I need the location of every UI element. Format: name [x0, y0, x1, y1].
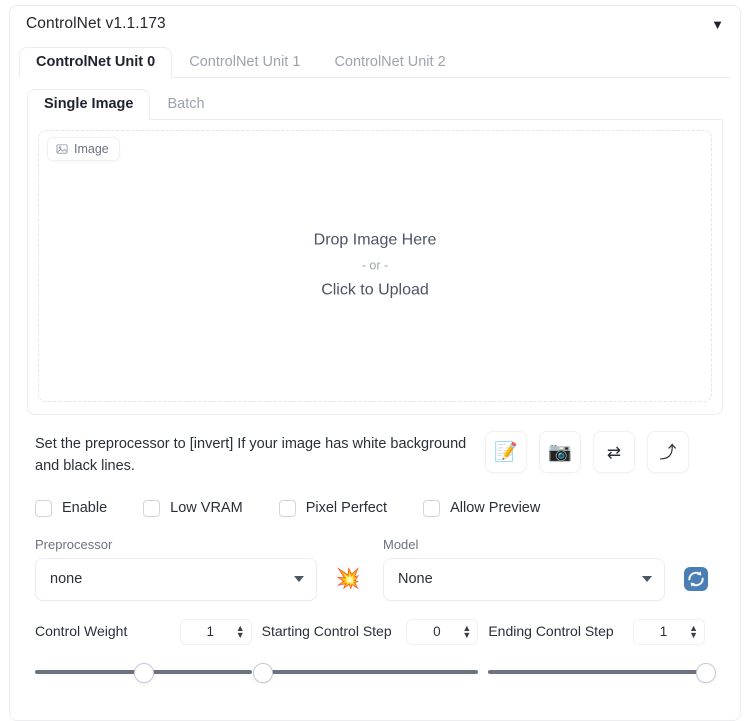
options-checkbox-row: Enable Low VRAM Pixel Perfect Allow Prev… — [35, 499, 731, 517]
number-stepper[interactable]: ▲ ▼ — [685, 624, 698, 640]
image-tool-buttons: 📝 📷 ⇄ ⤴ — [485, 429, 689, 473]
checkbox-label: Pixel Perfect — [305, 500, 388, 517]
refresh-models-button[interactable] — [677, 560, 715, 599]
tab-controlnet-unit-1[interactable]: ControlNet Unit 1 — [172, 47, 317, 78]
control-sliders-row: Control Weight 1 ▲ ▼ Starting Control Ste… — [35, 617, 717, 683]
number-value: 0 — [433, 624, 441, 640]
model-select[interactable]: None — [383, 557, 665, 601]
ending-control-step-number-input[interactable]: 1 ▲ ▼ — [633, 618, 706, 645]
source-tabbar: Single Image Batch — [27, 88, 723, 120]
number-value: 1 — [206, 624, 214, 640]
explosion-icon: 💥 — [335, 568, 361, 591]
checkbox-box[interactable] — [35, 499, 52, 517]
slider-thumb[interactable] — [252, 662, 273, 683]
slider-track-wrap — [252, 657, 479, 683]
slider-thumb[interactable] — [696, 662, 717, 683]
tab-controlnet-unit-2[interactable]: ControlNet Unit 2 — [317, 47, 462, 78]
tab-batch[interactable]: Batch — [150, 89, 221, 120]
checkbox-low-vram[interactable]: Low VRAM — [143, 499, 243, 517]
number-stepper[interactable]: ▲ ▼ — [458, 624, 471, 640]
tab-controlnet-unit-0[interactable]: ControlNet Unit 0 — [19, 46, 173, 78]
run-preprocessor-button[interactable]: 💥 — [329, 560, 367, 599]
number-stepper[interactable]: ▲ ▼ — [232, 624, 245, 640]
slider-label: Ending Control Step — [488, 622, 614, 639]
page-title: ControlNet v1.1.173 — [26, 15, 166, 32]
unit-tabbar: ControlNet Unit 0 ControlNet Unit 1 Cont… — [19, 46, 731, 78]
slider-header: Ending Control Step 1 ▲ ▼ — [488, 617, 706, 657]
source-tabs: Single Image Batch Image Drop Image Here… — [27, 88, 723, 415]
image-icon — [56, 143, 68, 155]
drop-or-label: - or - — [361, 258, 389, 273]
preprocessor-hint-text: Set the preprocessor to [invert] If your… — [35, 436, 467, 475]
chevron-down-icon[interactable]: ▼ — [705, 16, 726, 33]
slider-rail — [488, 669, 706, 674]
checkbox-box[interactable] — [278, 499, 296, 517]
ending-control-step-slider[interactable] — [488, 662, 717, 683]
model-label: Model — [383, 536, 419, 552]
camera-icon: 📷 — [548, 441, 572, 463]
slider-starting-control-step: Starting Control Step 0 ▲ ▼ — [252, 617, 489, 683]
preprocessor-line: none 💥 — [35, 557, 367, 601]
checkbox-box[interactable] — [423, 499, 441, 517]
slider-header: Control Weight 1 ▲ ▼ — [35, 617, 252, 657]
slider-label: Starting Control Step — [261, 622, 392, 639]
control-weight-number-input[interactable]: 1 ▲ ▼ — [179, 618, 252, 645]
preprocessor-select[interactable]: none — [35, 557, 317, 601]
image-badge-label: Image — [74, 142, 109, 156]
slider-thumb[interactable] — [134, 662, 155, 683]
model-selection-row: Preprocessor none 💥 Model None — [35, 537, 715, 601]
send-dimensions-button[interactable]: ⤴ — [647, 431, 689, 473]
starting-control-step-number-input[interactable]: 0 ▲ ▼ — [406, 618, 479, 645]
image-dropzone[interactable]: Image Drop Image Here - or - Click to Up… — [38, 130, 712, 402]
number-value: 1 — [659, 624, 668, 640]
memo-icon: 📝 — [494, 441, 518, 463]
mirror-webcam-button[interactable]: ⇄ — [593, 431, 635, 473]
slider-track-wrap — [35, 657, 252, 683]
starting-control-step-slider[interactable] — [252, 662, 479, 683]
checkbox-label: Allow Preview — [450, 500, 541, 517]
tab-single-image[interactable]: Single Image — [27, 88, 151, 120]
model-line: None — [383, 557, 715, 601]
image-badge: Image — [47, 137, 120, 161]
chevron-down-icon[interactable] — [294, 576, 304, 583]
unit-tabs: ControlNet Unit 0 ControlNet Unit 1 Cont… — [19, 46, 731, 78]
checkbox-allow-preview[interactable]: Allow Preview — [423, 499, 541, 517]
slider-control-weight: Control Weight 1 ▲ ▼ — [35, 617, 262, 683]
checkbox-enable[interactable]: Enable — [35, 499, 108, 517]
slider-header: Starting Control Step 0 ▲ ▼ — [262, 617, 479, 657]
chevron-down-icon[interactable] — [642, 576, 652, 583]
source-panel: Image Drop Image Here - or - Click to Up… — [27, 120, 723, 415]
checkbox-box[interactable] — [143, 499, 161, 517]
swap-arrows-icon: ⇄ — [606, 442, 622, 462]
slider-rail — [261, 669, 479, 674]
preprocessor-column: Preprocessor none 💥 — [35, 537, 367, 601]
open-new-canvas-button[interactable]: 📝 — [485, 431, 527, 473]
checkbox-label: Enable — [62, 500, 108, 517]
checkbox-label: Low VRAM — [170, 500, 243, 517]
preprocessor-label: Preprocessor — [35, 536, 113, 552]
preprocessor-hint-row: Set the preprocessor to [invert] If your… — [35, 429, 715, 478]
arrow-up-icon: ⤴ — [659, 442, 677, 462]
model-value: None — [398, 571, 433, 588]
drop-image-here-label: Drop Image Here — [313, 231, 437, 249]
refresh-icon — [683, 566, 709, 592]
controlnet-panel: ControlNet v1.1.173 ▼ ControlNet Unit 0 … — [9, 5, 741, 721]
slider-label: Control Weight — [35, 622, 128, 639]
model-column: Model None — [383, 537, 715, 601]
panel-header[interactable]: ControlNet v1.1.173 ▼ — [10, 6, 740, 42]
dropzone-instructions[interactable]: Drop Image Here - or - Click to Upload — [39, 229, 711, 304]
slider-ending-control-step: Ending Control Step 1 ▲ ▼ — [488, 617, 717, 683]
webcam-button[interactable]: 📷 — [539, 431, 581, 473]
slider-track-wrap — [488, 657, 717, 683]
control-weight-slider[interactable] — [35, 662, 252, 683]
checkbox-pixel-perfect[interactable]: Pixel Perfect — [278, 499, 388, 517]
preprocessor-value: none — [50, 571, 83, 588]
unit-panel-body: Single Image Batch Image Drop Image Here… — [10, 78, 740, 683]
click-to-upload-label[interactable]: Click to Upload — [39, 279, 711, 304]
